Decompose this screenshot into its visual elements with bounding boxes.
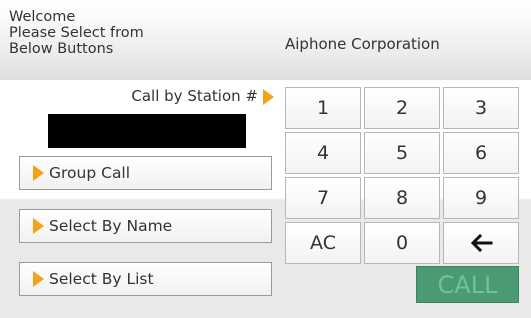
- welcome-line: Below Buttons: [9, 41, 114, 57]
- orange-arrow-icon: [263, 89, 274, 105]
- select-by-list-button[interactable]: Select By List: [19, 262, 272, 296]
- welcome-message: Welcome Please Select from Below Buttons: [9, 9, 199, 57]
- key-1[interactable]: 1: [285, 87, 361, 129]
- station-number-display[interactable]: [48, 114, 246, 148]
- key-5[interactable]: 5: [364, 132, 440, 174]
- key-4[interactable]: 4: [285, 132, 361, 174]
- key-6[interactable]: 6: [443, 132, 519, 174]
- orange-arrow-icon: [33, 165, 44, 181]
- group-call-label: Group Call: [49, 164, 131, 182]
- header-bar: Welcome Please Select from Below Buttons…: [0, 0, 531, 80]
- select-by-name-button[interactable]: Select By Name: [19, 209, 272, 243]
- key-7[interactable]: 7: [285, 177, 361, 219]
- orange-arrow-icon: [33, 271, 44, 287]
- select-by-list-label: Select By List: [49, 270, 154, 288]
- key-3[interactable]: 3: [443, 87, 519, 129]
- station-label-text: Call by Station #: [131, 87, 258, 105]
- key-2[interactable]: 2: [364, 87, 440, 129]
- group-call-button[interactable]: Group Call: [19, 156, 272, 190]
- key-0[interactable]: 0: [364, 222, 440, 264]
- key-9[interactable]: 9: [443, 177, 519, 219]
- company-name: Aiphone Corporation: [285, 35, 440, 53]
- select-by-name-label: Select By Name: [49, 217, 173, 235]
- left-arrow-icon: [470, 234, 493, 252]
- call-button[interactable]: CALL: [416, 266, 519, 303]
- key-clear[interactable]: AC: [285, 222, 361, 264]
- backspace-button[interactable]: [443, 222, 519, 264]
- numeric-keypad: 1 2 3 4 5 6 7 8 9 AC 0 CALL: [285, 87, 519, 303]
- welcome-line: Please Select from: [9, 25, 144, 41]
- orange-arrow-icon: [33, 218, 44, 234]
- welcome-line: Welcome: [9, 9, 76, 25]
- key-8[interactable]: 8: [364, 177, 440, 219]
